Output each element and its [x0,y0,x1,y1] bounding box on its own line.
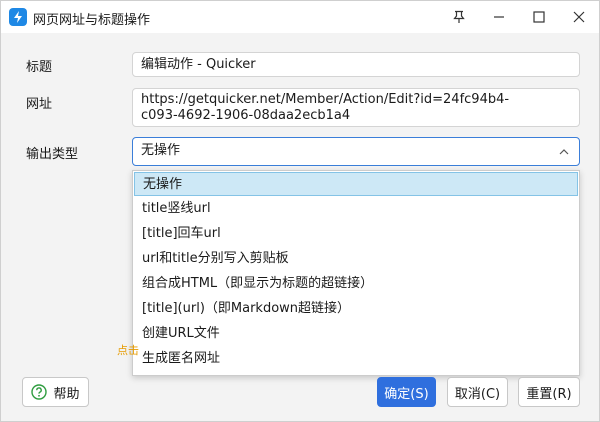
dropdown-option-title-pipe-url[interactable]: title竖线url [134,197,578,221]
url-field-label: 网址 [26,97,53,112]
title-input-value: 编辑动作 - Quicker [141,57,256,72]
output-type-selected-value: 无操作 [141,143,181,158]
chevron-up-icon[interactable] [559,147,569,157]
dropdown-option-clipboard-separate[interactable]: url和title分别写入剪贴板 [134,247,578,271]
maximize-icon [533,11,545,23]
maximize-button[interactable] [519,1,559,33]
minimize-icon [494,16,504,18]
cancel-button[interactable]: 取消(C) [447,377,508,407]
output-type-dropdown-list: 无操作 title竖线url [title]回车url url和title分别写… [132,170,580,376]
pin-button[interactable] [439,1,479,33]
url-input-line-2: c093-4692-1906-08daa2ecb1a4 [141,108,351,123]
window-title: 网页网址与标题操作 [33,13,151,28]
ok-button[interactable]: 确定(S) [377,377,436,407]
dropdown-option-title-newline-url[interactable]: [title]回车url [134,222,578,246]
help-icon [31,384,48,400]
dropdown-option-html-link[interactable]: 组合成HTML（即显示为标题的超链接） [134,272,578,296]
pin-icon [453,10,465,23]
minimize-button[interactable] [479,1,519,33]
quicker-app-icon [9,8,27,26]
reset-button-label: 重置(R) [526,386,572,402]
dropdown-option-create-url-file[interactable]: 创建URL文件 [134,322,578,346]
cancel-button-label: 取消(C) [454,386,501,402]
help-button[interactable]: 帮助 [22,377,89,407]
dropdown-option-anonymous-url[interactable]: 生成匿名网址 [134,347,578,371]
title-input[interactable]: 编辑动作 - Quicker [132,52,580,77]
hint-text: 点击 [117,344,139,357]
output-type-label: 输出类型 [26,147,79,162]
dialog-window: 网页网址与标题操作 标题 编辑动作 - Quicker 网址 https://g… [0,0,600,422]
help-button-label: 帮助 [53,386,80,402]
title-bar: 网页网址与标题操作 [1,1,599,33]
dropdown-option-none[interactable]: 无操作 [134,172,578,196]
ok-button-label: 确定(S) [384,386,429,402]
dropdown-option-markdown-link[interactable]: [title](url)（即Markdown超链接） [134,297,578,321]
close-icon [573,11,585,23]
output-type-select[interactable]: 无操作 [132,137,580,166]
reset-button[interactable]: 重置(R) [518,377,580,407]
close-button[interactable] [559,1,599,33]
url-input[interactable]: https://getquicker.net/Member/Action/Edi… [132,88,580,127]
url-input-line-1: https://getquicker.net/Member/Action/Edi… [141,92,510,107]
title-field-label: 标题 [26,60,53,75]
